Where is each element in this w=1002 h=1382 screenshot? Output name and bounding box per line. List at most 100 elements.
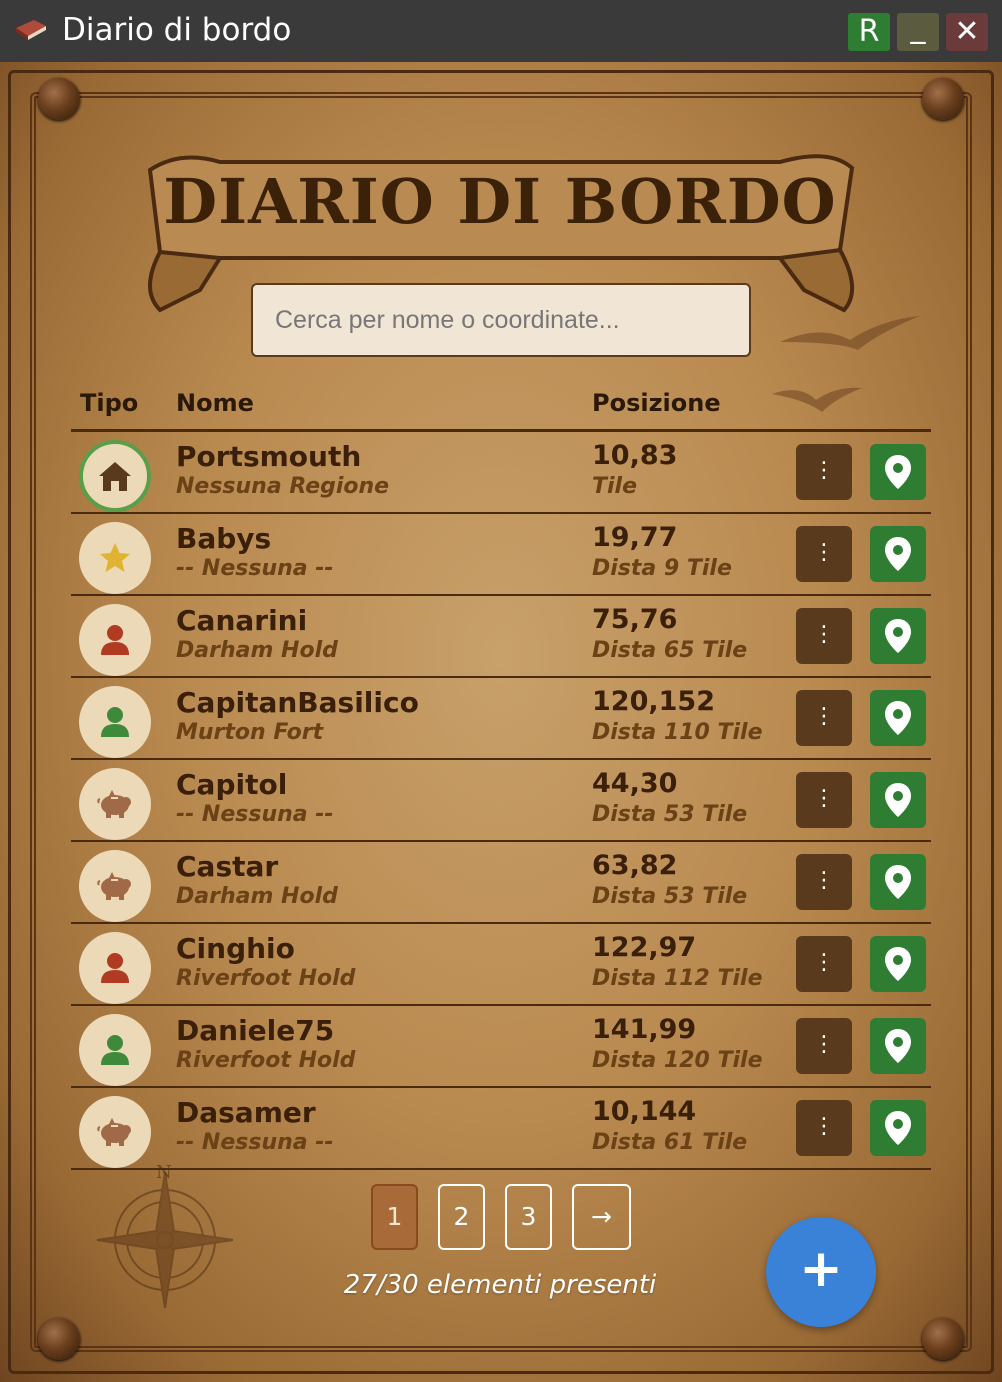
location-region: Darham Hold <box>176 638 338 663</box>
location-name: Dasamer <box>176 1096 316 1129</box>
type-badge <box>79 768 151 840</box>
table-row[interactable]: Dasamer -- Nessuna -- 10,144 Dista 61 Tile ⋮ <box>71 1088 931 1170</box>
map-pin-icon <box>885 701 911 735</box>
type-badge <box>79 604 151 676</box>
show-on-map-button[interactable] <box>870 1100 926 1156</box>
table-row[interactable]: Cinghio Riverfoot Hold 122,97 Dista 112 Til… <box>71 924 931 1006</box>
table-row[interactable]: Babys -- Nessuna -- 19,77 Dista 9 Tile ⋮ <box>71 514 931 596</box>
location-distance: Tile <box>592 474 638 499</box>
table-row[interactable]: Canarini Darham Hold 75,76 Dista 65 Tile ⋮ <box>71 596 931 678</box>
table-row[interactable]: Capitol -- Nessuna -- 44,30 Dista 53 Tile ⋮ <box>71 760 931 842</box>
column-header-position[interactable]: Posizione <box>592 389 721 417</box>
map-pin-icon <box>885 537 911 571</box>
window-titlebar: Diario di bordo R _ ✕ <box>0 0 1002 62</box>
item-count: 27/30 elementi presenti <box>343 1270 657 1300</box>
location-distance: Dista 120 Tile <box>592 1048 763 1073</box>
table-row[interactable]: Castar Darham Hold 63,82 Dista 53 Tile ⋮ <box>71 842 931 924</box>
map-pin-icon <box>885 1029 911 1063</box>
location-distance: Dista 110 Tile <box>592 720 763 745</box>
rivet-icon <box>38 1318 80 1360</box>
window-title: Diario di bordo <box>62 12 292 48</box>
location-coords: 122,97 <box>592 932 697 963</box>
map-pin-icon <box>885 783 911 817</box>
page-1-button[interactable]: 1 <box>371 1184 418 1250</box>
location-distance: Dista 65 Tile <box>592 638 748 663</box>
map-pin-icon <box>885 455 911 489</box>
location-region: Darham Hold <box>176 884 338 909</box>
row-menu-button[interactable]: ⋮ <box>796 608 852 664</box>
page-3-button[interactable]: 3 <box>505 1184 552 1250</box>
location-distance: Dista 112 Tile <box>592 966 763 991</box>
row-menu-button[interactable]: ⋮ <box>796 1018 852 1074</box>
add-location-button[interactable]: + <box>766 1217 876 1327</box>
location-region: Riverfoot Hold <box>176 1048 356 1073</box>
location-distance: Dista 53 Tile <box>592 884 748 909</box>
location-region: -- Nessuna -- <box>176 556 334 581</box>
row-menu-button[interactable]: ⋮ <box>796 444 852 500</box>
rivet-icon <box>922 78 964 120</box>
row-menu-button[interactable]: ⋮ <box>796 1100 852 1156</box>
r-button[interactable]: R <box>848 13 890 51</box>
type-badge <box>79 440 151 512</box>
map-pin-icon <box>885 1111 911 1145</box>
rivet-icon <box>922 1318 964 1360</box>
location-coords: 63,82 <box>592 850 678 881</box>
location-name: Babys <box>176 522 272 555</box>
page-title: DIARIO DI BORDO <box>163 165 837 238</box>
map-pin-icon <box>885 865 911 899</box>
type-badge <box>79 850 151 922</box>
row-menu-button[interactable]: ⋮ <box>796 526 852 582</box>
location-coords: 75,76 <box>592 604 678 635</box>
type-badge <box>79 1096 151 1168</box>
show-on-map-button[interactable] <box>870 608 926 664</box>
show-on-map-button[interactable] <box>870 772 926 828</box>
show-on-map-button[interactable] <box>870 444 926 500</box>
location-name: Daniele75 <box>176 1014 335 1047</box>
row-menu-button[interactable]: ⋮ <box>796 936 852 992</box>
table-row[interactable]: Portsmouth Nessuna Regione 10,83 Tile ⋮ <box>71 432 931 514</box>
rivet-icon <box>38 78 80 120</box>
location-region: Nessuna Regione <box>176 474 390 499</box>
location-coords: 10,83 <box>592 440 678 471</box>
next-page-button[interactable]: → <box>572 1184 631 1250</box>
map-pin-icon <box>885 947 911 981</box>
location-region: -- Nessuna -- <box>176 802 334 827</box>
svg-text:N: N <box>156 1162 172 1183</box>
location-coords: 10,144 <box>592 1096 697 1127</box>
search-input[interactable] <box>251 283 751 357</box>
parchment-board: DIARIO DI BORDO Tipo Nome Posizione Port… <box>0 62 1002 1382</box>
location-coords: 120,152 <box>592 686 715 717</box>
row-menu-button[interactable]: ⋮ <box>796 690 852 746</box>
row-menu-button[interactable]: ⋮ <box>796 772 852 828</box>
show-on-map-button[interactable] <box>870 854 926 910</box>
location-region: -- Nessuna -- <box>176 1130 334 1155</box>
map-pin-icon <box>885 619 911 653</box>
show-on-map-button[interactable] <box>870 1018 926 1074</box>
table-row[interactable]: Daniele75 Riverfoot Hold 141,99 Dista 120 T… <box>71 1006 931 1088</box>
location-name: Portsmouth <box>176 440 362 473</box>
type-badge <box>79 686 151 758</box>
location-distance: Dista 61 Tile <box>592 1130 748 1155</box>
type-badge <box>79 1014 151 1086</box>
show-on-map-button[interactable] <box>870 936 926 992</box>
type-badge <box>79 522 151 594</box>
close-button[interactable]: ✕ <box>946 13 988 51</box>
location-coords: 141,99 <box>592 1014 697 1045</box>
location-coords: 44,30 <box>592 768 678 799</box>
row-menu-button[interactable]: ⋮ <box>796 854 852 910</box>
location-region: Riverfoot Hold <box>176 966 356 991</box>
location-name: Canarini <box>176 604 308 637</box>
location-region: Murton Fort <box>176 720 324 745</box>
page-2-button[interactable]: 2 <box>438 1184 485 1250</box>
minimize-button[interactable]: _ <box>897 13 939 51</box>
book-icon <box>16 20 46 40</box>
location-distance: Dista 53 Tile <box>592 802 748 827</box>
column-header-name[interactable]: Nome <box>176 389 254 417</box>
seagulls-icon <box>772 316 920 412</box>
show-on-map-button[interactable] <box>870 526 926 582</box>
location-name: Castar <box>176 850 279 883</box>
show-on-map-button[interactable] <box>870 690 926 746</box>
compass-rose-icon: N <box>96 1162 234 1309</box>
location-name: Cinghio <box>176 932 295 965</box>
table-row[interactable]: CapitanBasilico Murton Fort 120,152 Dista 1… <box>71 678 931 760</box>
